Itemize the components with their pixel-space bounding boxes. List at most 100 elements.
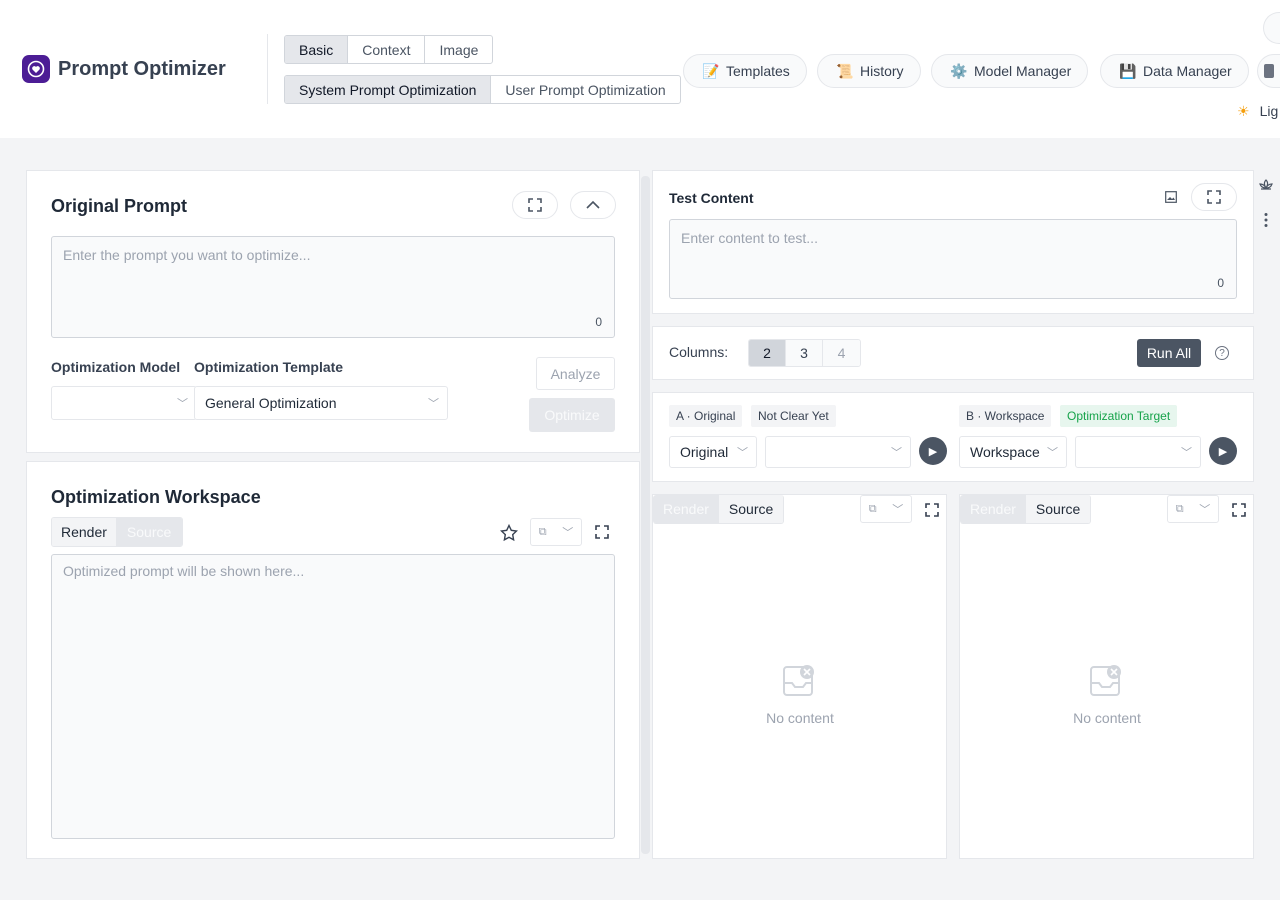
help-icon[interactable]: ? [1215, 346, 1229, 360]
chevron-down-icon: ﹀ [891, 447, 902, 459]
play-icon: ▶ [1218, 445, 1228, 458]
variant-b-source-select[interactable]: Workspace ﹀ [959, 436, 1067, 468]
empty-text: No content [1073, 710, 1141, 726]
chevron-down-icon: ﹀ [737, 447, 748, 459]
fullscreen-icon [528, 198, 542, 212]
test-content-placeholder: Enter content to test... [681, 230, 818, 246]
tab-image[interactable]: Image [425, 36, 492, 63]
copy-group[interactable]: ⧉ ﹀ [860, 495, 912, 523]
chevron-up-icon [586, 200, 600, 209]
play-icon: ▶ [928, 445, 938, 458]
image-icon[interactable] [1165, 191, 1177, 203]
theme-toggle[interactable]: ☀ Lig [1237, 100, 1278, 122]
variant-a-model-select[interactable]: ﹀ [765, 436, 911, 468]
variant-a-status: Not Clear Yet [751, 405, 836, 427]
copy-icon: ⧉ [1175, 502, 1184, 515]
app-logo [22, 55, 50, 83]
workspace-title: Optimization Workspace [51, 487, 261, 507]
analyze-button[interactable]: Analyze [536, 357, 615, 390]
chevron-down-icon: ﹀ [428, 398, 439, 410]
collapse-button[interactable] [570, 191, 616, 219]
original-prompt-card: Original Prompt Enter the prompt you wan… [26, 170, 640, 453]
original-prompt-input[interactable]: Enter the prompt you want to optimize...… [51, 236, 615, 338]
tab-source[interactable]: Source [115, 518, 183, 546]
fullscreen-icon[interactable] [595, 525, 609, 539]
data-manager-button[interactable]: 💾 Data Manager [1100, 54, 1249, 88]
template-select-value: General Optimization [205, 395, 337, 411]
tab-system-prompt[interactable]: System Prompt Optimization [285, 76, 492, 103]
tab-source[interactable]: Source [718, 495, 784, 523]
result-panel-b: Render Source ⧉ ﹀ No content [959, 494, 1254, 859]
test-content-input[interactable]: Enter content to test... 0 [669, 219, 1237, 299]
empty-inbox-icon [1090, 665, 1121, 696]
templates-label: Templates [726, 63, 790, 79]
copy-group[interactable]: ⧉ ﹀ [1167, 495, 1219, 523]
variant-a-source-value: Original [680, 444, 729, 460]
copy-icon: ⧉ [868, 502, 877, 515]
tab-user-prompt[interactable]: User Prompt Optimization [491, 76, 679, 103]
more-vertical-icon[interactable] [1263, 212, 1269, 228]
floppy-disk-icon: 💾 [1119, 63, 1137, 79]
run-all-button[interactable]: Run All [1137, 339, 1201, 367]
mode-tabs: Basic Context Image [284, 35, 494, 64]
tab-context[interactable]: Context [348, 36, 426, 63]
test-content-title: Test Content [669, 190, 754, 206]
variant-b-model-select[interactable]: ﹀ [1075, 436, 1201, 468]
fullscreen-icon [1207, 190, 1221, 204]
chevron-down-icon: ﹀ [1199, 504, 1211, 516]
chevron-down-icon: ﹀ [1181, 447, 1192, 459]
data-manager-label: Data Manager [1143, 63, 1232, 79]
empty-text: No content [766, 710, 834, 726]
scrollbar[interactable] [641, 176, 650, 854]
empty-state: No content [653, 663, 947, 726]
top-corner-button[interactable] [1263, 12, 1280, 44]
variant-b-label: B · Workspace [959, 405, 1052, 427]
more-nav-button[interactable] [1257, 54, 1280, 88]
model-label: Optimization Model [51, 359, 181, 375]
empty-inbox-icon [783, 665, 814, 696]
run-a-button[interactable]: ▶ [919, 437, 947, 465]
original-prompt-count: 0 [595, 315, 602, 329]
columns-option-4[interactable]: 4 [823, 340, 860, 366]
star-icon[interactable] [500, 524, 518, 542]
book-icon [1264, 64, 1274, 78]
history-label: History [860, 63, 904, 79]
optimized-prompt-output[interactable]: Optimized prompt will be shown here... [51, 554, 615, 839]
columns-option-3[interactable]: 3 [786, 340, 823, 366]
template-label: Optimization Template [194, 359, 344, 375]
run-b-button[interactable]: ▶ [1209, 437, 1237, 465]
optimized-prompt-placeholder: Optimized prompt will be shown here... [63, 563, 305, 579]
test-content-count: 0 [1217, 276, 1224, 290]
fullscreen-icon[interactable] [925, 503, 939, 517]
columns-label: Columns: [669, 344, 729, 360]
original-prompt-title: Original Prompt [51, 196, 188, 216]
chevron-down-icon: ﹀ [1047, 444, 1058, 460]
columns-option-2[interactable]: 2 [749, 340, 786, 366]
template-select[interactable]: General Optimization ﹀ [194, 386, 448, 420]
history-button[interactable]: 📜 History [817, 54, 921, 88]
expand-button[interactable] [1191, 183, 1237, 211]
chevron-down-icon: ﹀ [562, 527, 574, 539]
templates-button[interactable]: 📝 Templates [683, 54, 807, 88]
variant-b-status: Optimization Target [1060, 405, 1178, 427]
gear-icon: ⚙️ [950, 63, 968, 79]
copy-icon: ⧉ [538, 525, 547, 538]
variant-b-source-value: Workspace [970, 444, 1040, 460]
variant-a-label: A · Original [669, 405, 743, 427]
expand-button[interactable] [512, 191, 558, 219]
model-select[interactable]: ﹀ [51, 386, 197, 420]
lotus-icon[interactable] [1258, 178, 1274, 192]
tab-render[interactable]: Render [653, 495, 719, 523]
tab-render[interactable]: Render [960, 495, 1026, 523]
fullscreen-icon[interactable] [1232, 503, 1246, 517]
variant-a-source-select[interactable]: Original ﹀ [669, 436, 757, 468]
copy-group[interactable]: ⧉ ﹀ [530, 518, 582, 546]
optimize-button[interactable]: Optimize [529, 398, 615, 432]
heart-shield-icon [27, 60, 45, 78]
prompt-type-tabs: System Prompt Optimization User Prompt O… [284, 75, 681, 104]
tab-basic[interactable]: Basic [285, 36, 349, 63]
model-manager-label: Model Manager [974, 63, 1072, 79]
tab-source[interactable]: Source [1025, 495, 1091, 523]
tab-render[interactable]: Render [52, 518, 116, 546]
model-manager-button[interactable]: ⚙️ Model Manager [931, 54, 1089, 88]
